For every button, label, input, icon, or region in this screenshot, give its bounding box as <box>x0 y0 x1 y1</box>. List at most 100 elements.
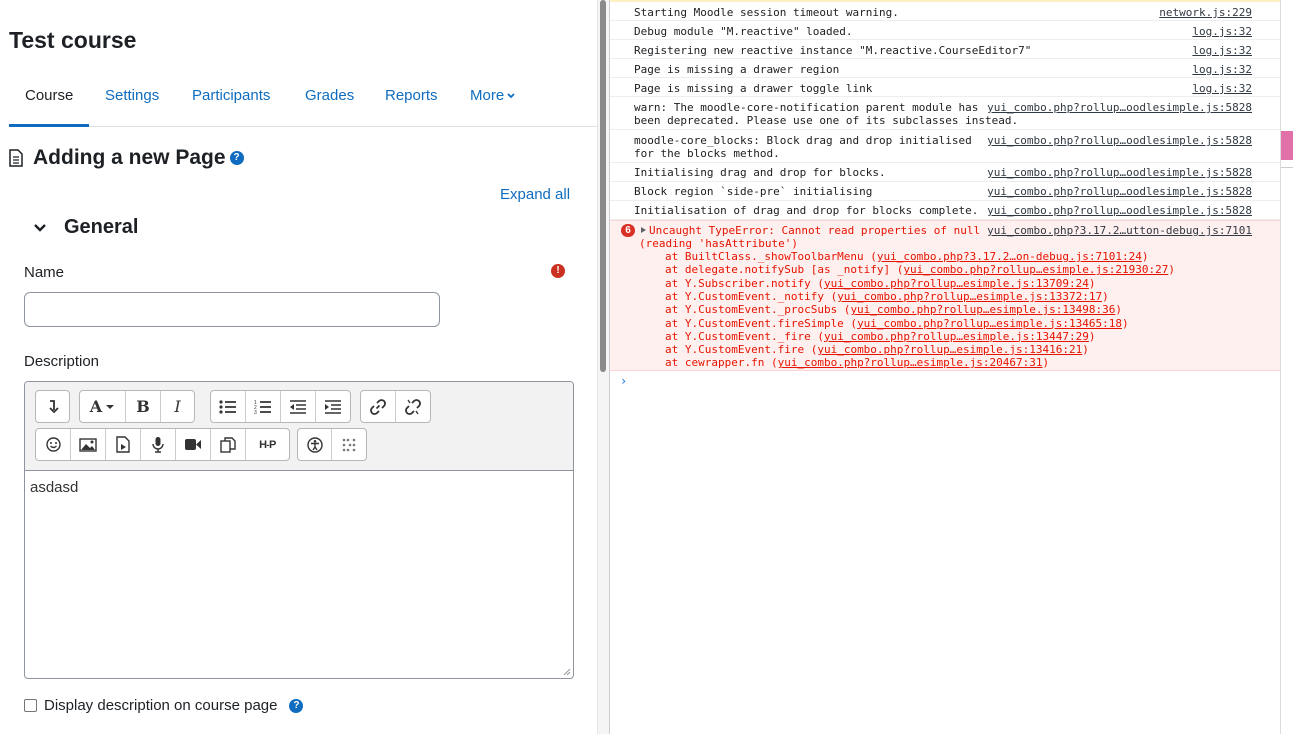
tab-course[interactable]: Course <box>9 80 90 127</box>
page-scrollbar-thumb[interactable] <box>600 0 606 372</box>
stack-frame-link[interactable]: yui_combo.php?rollup…esimple.js:13447:29 <box>824 330 1089 343</box>
italic-icon[interactable]: I <box>161 391 194 422</box>
tab-participants[interactable]: Participants <box>176 80 286 127</box>
stack-frame-link[interactable]: yui_combo.php?rollup…esimple.js:13465:18 <box>857 317 1122 330</box>
background-divider <box>1281 167 1293 168</box>
console-message: moodle-core_blocks: Block drag and drop … <box>610 130 1280 163</box>
console-source-link[interactable]: log.js:32 <box>1192 44 1252 57</box>
console-message-text: Debug module "M.reactive" loaded. <box>634 25 853 38</box>
unlink-icon[interactable] <box>396 391 430 422</box>
stack-frame: at cewrapper.fn (yui_combo.php?rollup…es… <box>665 356 1049 369</box>
console-message: Registering new reactive instance "M.rea… <box>610 40 1280 59</box>
stack-frame-link[interactable]: yui_combo.php?rollup…esimple.js:13498:36 <box>850 303 1115 316</box>
stack-frame: at BuiltClass._showToolbarMenu (yui_comb… <box>665 250 1148 263</box>
console-source-link[interactable]: yui_combo.php?rollup…oodlesimple.js:5828 <box>987 185 1252 198</box>
stack-frame-link[interactable]: yui_combo.php?rollup…esimple.js:13416:21 <box>817 343 1082 356</box>
font-style-icon[interactable]: A <box>80 391 126 422</box>
description-editor: A B I 123 H-P asdasd <box>24 381 574 679</box>
console-source-link[interactable]: yui_combo.php?rollup…oodlesimple.js:5828 <box>987 204 1252 217</box>
tab-more[interactable]: More <box>454 80 531 127</box>
ordered-list-icon[interactable]: 123 <box>246 391 281 422</box>
manage-files-icon[interactable] <box>211 429 246 460</box>
name-input[interactable] <box>24 292 440 327</box>
expand-all-link[interactable]: Expand all <box>500 186 570 203</box>
console-message: Debug module "M.reactive" loaded. log.js… <box>610 21 1280 40</box>
course-title: Test course <box>9 27 137 53</box>
editor-toolbar: A B I 123 H-P <box>25 382 573 471</box>
stack-frame-text: at delegate.notifySub [as _notify] ( <box>665 263 904 277</box>
console-source-link[interactable]: yui_combo.php?rollup…oodlesimple.js:5828 <box>987 134 1252 147</box>
image-icon[interactable] <box>71 429 106 460</box>
accessibility-checker-icon[interactable] <box>298 429 332 460</box>
record-audio-icon[interactable] <box>141 429 176 460</box>
console-source-link[interactable]: log.js:32 <box>1192 82 1252 95</box>
stack-frame-link[interactable]: yui_combo.php?3.17.2…on-debug.js:7101:24 <box>877 250 1142 263</box>
course-nav: Course Settings Participants Grades Repo… <box>9 80 597 127</box>
console-source-link[interactable]: log.js:32 <box>1192 25 1252 38</box>
tab-settings[interactable]: Settings <box>89 80 175 127</box>
section-general-header[interactable]: General <box>33 216 138 239</box>
media-icon[interactable] <box>106 429 141 460</box>
error-count-badge: 6 <box>621 224 635 237</box>
stack-frame: at Y.Subscriber.notify (yui_combo.php?ro… <box>665 277 1095 290</box>
stack-frame-text: ) <box>1168 263 1175 277</box>
console-message: Initialising drag and drop for blocks. y… <box>610 163 1280 182</box>
console-prompt[interactable]: › <box>620 374 627 388</box>
description-label: Description <box>24 353 100 370</box>
indent-icon[interactable] <box>316 391 350 422</box>
stack-frame-text: at Y.CustomEvent._fire ( <box>665 329 824 343</box>
moodle-page: Test course Course Settings Participants… <box>0 0 597 734</box>
error-source-link[interactable]: yui_combo.php?3.17.2…utton-debug.js:7101 <box>987 224 1252 237</box>
outdent-icon[interactable] <box>281 391 316 422</box>
tab-reports[interactable]: Reports <box>369 80 454 127</box>
stack-frame-link[interactable]: yui_combo.php?rollup…esimple.js:13709:24 <box>824 277 1089 290</box>
background-accent <box>1281 131 1293 160</box>
stack-frame-link[interactable]: yui_combo.php?rollup…esimple.js:20467:31 <box>778 356 1043 369</box>
record-video-icon[interactable] <box>176 429 211 460</box>
bold-icon[interactable]: B <box>126 391 161 422</box>
display-description-label: Display description on course page <box>44 697 278 714</box>
console-source-link[interactable]: yui_combo.php?rollup…oodlesimple.js:5828 <box>987 166 1252 179</box>
stack-frame: at Y.CustomEvent._fire (yui_combo.php?ro… <box>665 330 1095 343</box>
collapse-icon[interactable] <box>36 391 69 422</box>
console-error: 6 Uncaught TypeError: Cannot read proper… <box>610 220 1280 371</box>
help-icon[interactable]: ? <box>289 698 304 713</box>
resize-handle-icon[interactable] <box>563 668 571 676</box>
screenreader-helper-icon[interactable] <box>332 429 366 460</box>
stack-frame: at Y.CustomEvent._notify (yui_combo.php?… <box>665 290 1109 303</box>
editor-content[interactable]: asdasd <box>30 479 78 496</box>
console-source-link[interactable]: network.js:229 <box>1159 6 1252 19</box>
stack-frame-link[interactable]: yui_combo.php?rollup…esimple.js:21930:27 <box>903 263 1168 276</box>
link-icon[interactable] <box>361 391 396 422</box>
expand-triangle-icon[interactable] <box>641 227 646 233</box>
console-message-text: Page is missing a drawer region <box>634 63 840 76</box>
console-message-text: warn: The moodle-core-notification paren… <box>634 101 1019 127</box>
display-description-checkbox[interactable] <box>24 699 37 712</box>
stack-frame: at Y.CustomEvent.fireSimple (yui_combo.p… <box>665 317 1129 330</box>
console-message: warn: The moodle-core-notification paren… <box>610 97 1280 130</box>
console-source-link[interactable]: log.js:32 <box>1192 63 1252 76</box>
stack-frame-text: ) <box>1088 329 1096 343</box>
help-icon[interactable]: ? <box>229 151 244 165</box>
page-title: Adding a new Page <box>33 146 226 169</box>
h5p-icon[interactable]: H-P <box>246 429 289 460</box>
console-source-link[interactable]: yui_combo.php?rollup…oodlesimple.js:5828 <box>987 101 1252 114</box>
emoji-icon[interactable] <box>36 429 71 460</box>
unordered-list-icon[interactable] <box>211 391 246 422</box>
stack-frame: at Y.CustomEvent.fire (yui_combo.php?rol… <box>665 343 1089 356</box>
stack-frame-text: ) <box>1102 289 1109 303</box>
tab-grades[interactable]: Grades <box>289 80 370 127</box>
console-message-text: Starting Moodle session timeout warning. <box>634 6 899 19</box>
console-message-text: Page is missing a drawer toggle link <box>634 82 873 95</box>
console-message-text: Initialisation of drag and drop for bloc… <box>634 204 979 217</box>
console-message-text: Registering new reactive instance "M.rea… <box>634 44 1032 57</box>
console-message-text: moodle-core_blocks: Block drag and drop … <box>634 134 972 160</box>
stack-frame-text: ) <box>1082 343 1089 357</box>
stack-frame-text: ) <box>1115 303 1122 317</box>
page-heading: Adding a new Page ? <box>9 144 244 172</box>
stack-frame-text: ) <box>1088 276 1096 290</box>
stack-frame-text: ) <box>1141 250 1149 263</box>
stack-frame-link[interactable]: yui_combo.php?rollup…esimple.js:13372:17 <box>837 290 1102 303</box>
stack-frame-text: ) <box>1121 316 1129 330</box>
console-message: Initialisation of drag and drop for bloc… <box>610 201 1280 220</box>
